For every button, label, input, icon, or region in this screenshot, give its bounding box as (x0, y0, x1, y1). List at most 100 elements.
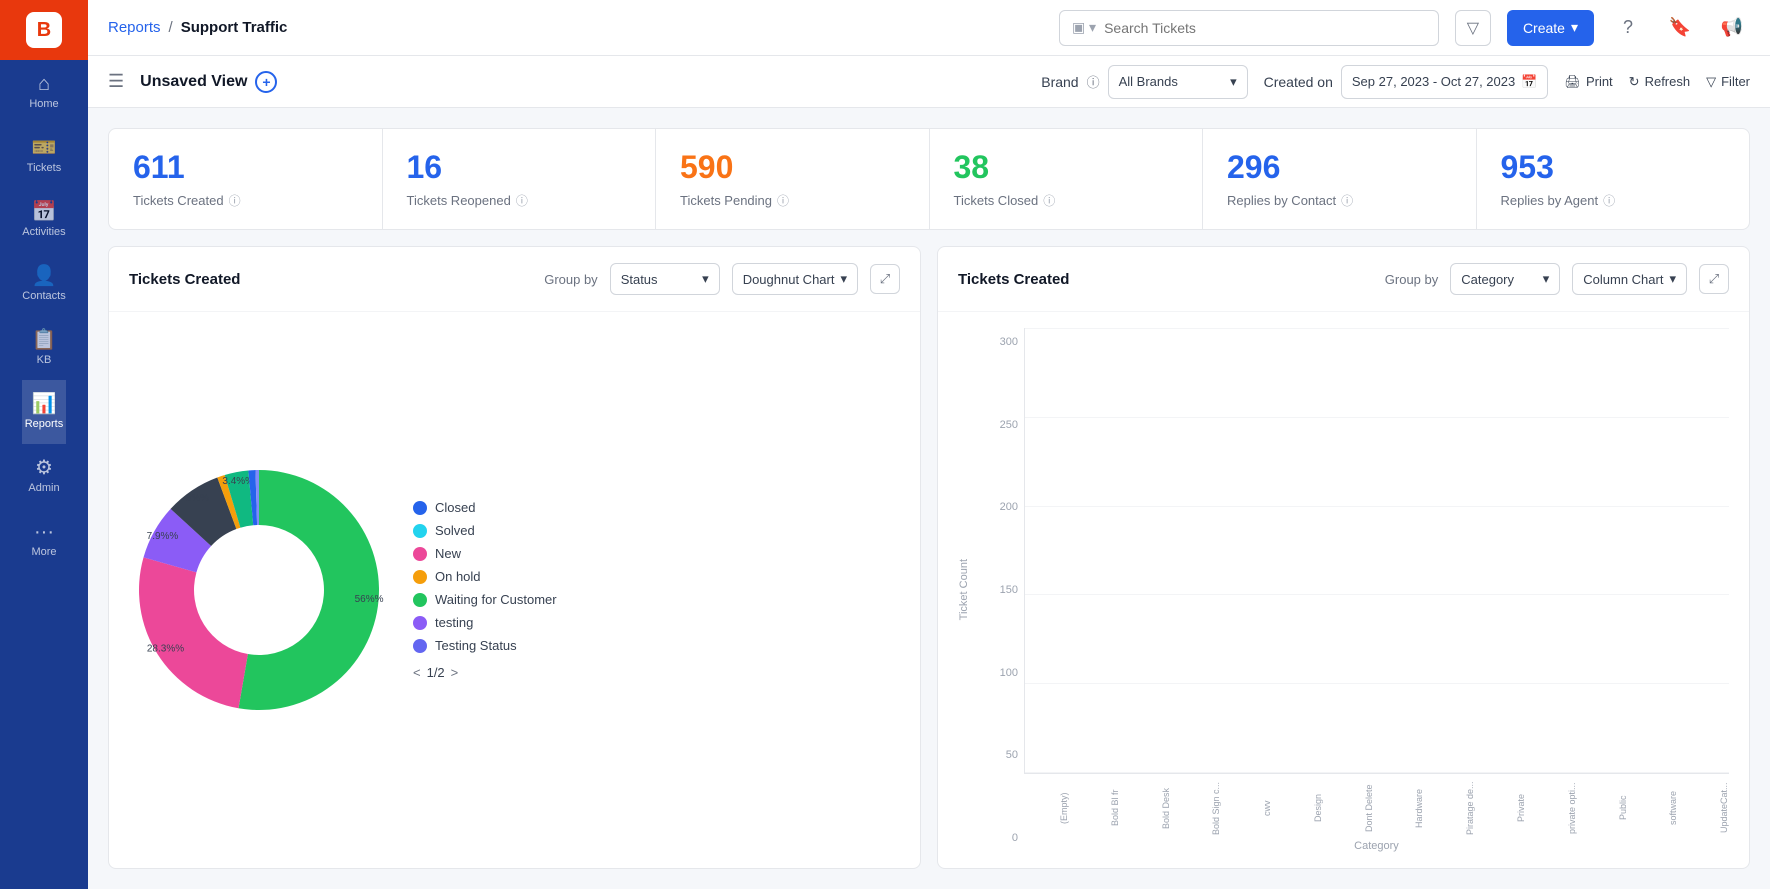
activities-icon: 📅 (32, 202, 57, 222)
bookmark-icon[interactable]: 🔖 (1662, 10, 1698, 46)
y-axis-label: 100 (994, 667, 1018, 679)
kb-label: KB (37, 354, 52, 366)
x-axis-label: cwv (1227, 778, 1272, 838)
brand-label: Brand (1041, 74, 1078, 90)
stat-info-icon[interactable]: ⓘ (1603, 192, 1615, 209)
column-group-by-select[interactable]: Category ▾ (1450, 263, 1560, 295)
date-range-picker[interactable]: Sep 27, 2023 - Oct 27, 2023 📅 (1341, 65, 1549, 99)
stat-card: 611 Tickets Created ⓘ (109, 129, 383, 229)
y-axis-label: 250 (994, 419, 1018, 431)
column-chart-type-select[interactable]: Column Chart ▾ (1572, 263, 1687, 295)
column-expand-btn[interactable]: ⤢ (1699, 264, 1729, 294)
legend-text: Solved (435, 523, 475, 538)
stat-label: Tickets Reopened ⓘ (407, 192, 632, 209)
stat-label: Tickets Pending ⓘ (680, 192, 905, 209)
brand-select[interactable]: All Brands ▾ (1108, 65, 1248, 99)
logo-icon: B (26, 12, 62, 48)
stat-value: 953 (1501, 149, 1726, 186)
pagination-next[interactable]: > (451, 665, 459, 680)
legend-pagination[interactable]: < 1/2 > (413, 665, 557, 680)
sidebar-item-more[interactable]: ···More (22, 508, 65, 572)
breadcrumb-separator: / (169, 19, 173, 36)
search-dropdown-icon[interactable]: ▣ ▾ (1072, 19, 1096, 36)
stat-card: 953 Replies by Agent ⓘ (1477, 129, 1750, 229)
stat-card: 296 Replies by Contact ⓘ (1203, 129, 1477, 229)
legend-item: testing (413, 615, 557, 630)
doughnut-label: 7.9%% (147, 531, 179, 542)
app-logo[interactable]: B (0, 0, 88, 60)
stat-value: 590 (680, 149, 905, 186)
charts-row: Tickets Created Group by Status ▾ Doughn… (108, 246, 1750, 869)
breadcrumb-current: Support Traffic (181, 19, 288, 36)
created-on-label: Created on (1264, 74, 1333, 90)
x-axis-label: Design (1278, 778, 1323, 838)
doughnut-segment (139, 557, 248, 708)
sidebar-item-contacts[interactable]: 👤 Contacts (22, 252, 65, 316)
stat-info-icon[interactable]: ⓘ (1341, 192, 1353, 209)
stat-info-icon[interactable]: ⓘ (1043, 192, 1055, 209)
stat-info-icon[interactable]: ⓘ (229, 192, 241, 209)
stat-value: 38 (954, 149, 1179, 186)
y-axis-label: 300 (994, 336, 1018, 348)
x-axis-label: software (1633, 778, 1678, 838)
refresh-button[interactable]: ↻ Refresh (1629, 74, 1690, 90)
column-chart-body: Ticket Count 050100150200250300 (938, 312, 1749, 868)
sidebar-item-admin[interactable]: ⚙Admin (22, 444, 65, 508)
grid-lines (1025, 328, 1729, 773)
doughnut-chart-card: Tickets Created Group by Status ▾ Doughn… (108, 246, 921, 869)
stat-info-icon[interactable]: ⓘ (516, 192, 528, 209)
column-chart-header: Tickets Created Group by Category ▾ Colu… (938, 247, 1749, 312)
breadcrumb-reports[interactable]: Reports (108, 19, 161, 36)
stat-card: 38 Tickets Closed ⓘ (930, 129, 1204, 229)
contacts-icon: 👤 (32, 266, 57, 286)
doughnut-group-by-label: Group by (544, 272, 597, 287)
create-button[interactable]: Create ▾ (1507, 10, 1594, 46)
pagination-prev[interactable]: < (413, 665, 421, 680)
chart-area: (Empty)Bold Bl frBold DeskBold Sign c...… (1024, 328, 1729, 852)
home-label: Home (29, 98, 58, 110)
bars-container (1024, 328, 1729, 774)
sidebar-item-activities[interactable]: 📅 Activities (22, 188, 65, 252)
legend-dot (413, 547, 427, 561)
doughnut-svg: 56%%28.3%%7.9%%8%%3.4%% (129, 460, 389, 720)
x-axis-label: Bold Bl fr (1075, 778, 1120, 838)
legend-dot (413, 524, 427, 538)
legend-text: Testing Status (435, 638, 517, 653)
legend-text: New (435, 546, 461, 561)
stat-label: Tickets Created ⓘ (133, 192, 358, 209)
content-area: 611 Tickets Created ⓘ 16 Tickets Reopene… (88, 108, 1770, 889)
print-icon: 🖨 (1564, 74, 1581, 90)
doughnut-chart-type-select[interactable]: Doughnut Chart ▾ (732, 263, 858, 295)
legend-text: Closed (435, 500, 475, 515)
activities-label: Activities (22, 226, 65, 238)
contacts-label: Contacts (22, 290, 65, 302)
x-axis-label: (Empty) (1024, 778, 1069, 838)
x-axis-label: Dont Delete (1329, 778, 1374, 838)
legend-item: Closed (413, 500, 557, 515)
search-input[interactable] (1104, 20, 1426, 36)
x-axis-label: Public (1583, 778, 1628, 838)
sidebar-item-kb[interactable]: 📋KB (22, 316, 65, 380)
filter-icon-btn[interactable]: ▽ (1455, 10, 1491, 46)
help-icon[interactable]: ? (1610, 10, 1646, 46)
notification-icon[interactable]: 📢 (1714, 10, 1750, 46)
print-button[interactable]: 🖨 Print (1564, 74, 1612, 90)
refresh-icon: ↻ (1629, 74, 1640, 90)
filter-button[interactable]: ▽ Filter (1706, 74, 1750, 90)
x-axis-label: Piratage de... (1430, 778, 1475, 838)
stat-info-icon[interactable]: ⓘ (777, 192, 789, 209)
breadcrumb: Reports / Support Traffic (108, 19, 287, 36)
doughnut-label: 8%% (186, 493, 209, 504)
hamburger-icon[interactable]: ☰ (108, 71, 124, 92)
stat-label: Replies by Agent ⓘ (1501, 192, 1726, 209)
doughnut-group-by-select[interactable]: Status ▾ (610, 263, 720, 295)
legend-dot (413, 639, 427, 653)
doughnut-expand-btn[interactable]: ⤢ (870, 264, 900, 294)
sidebar-item-tickets[interactable]: 🎫Tickets (22, 124, 65, 188)
y-axis-label: 0 (994, 832, 1018, 844)
brand-info-icon[interactable]: ⓘ (1087, 72, 1100, 91)
sidebar-item-reports[interactable]: 📊Reports (22, 380, 65, 444)
toolbar: ☰ Unsaved View + Brand ⓘ All Brands ▾ Cr… (88, 56, 1770, 108)
sidebar-item-home[interactable]: ⌂Home (22, 60, 65, 124)
add-view-icon[interactable]: + (255, 71, 277, 93)
